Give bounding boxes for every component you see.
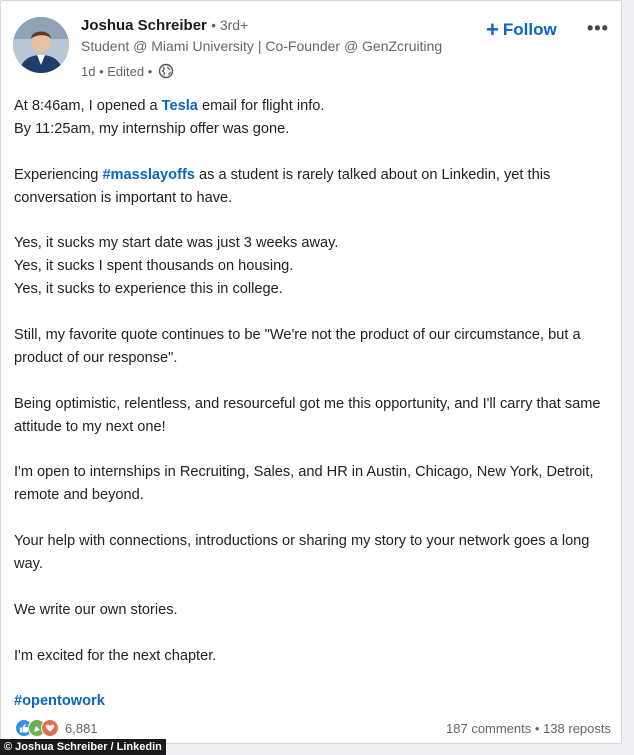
- reaction-count: 6,881: [65, 720, 98, 736]
- paragraph-7: Your help with connections, introduction…: [14, 533, 590, 573]
- connection-degree: • 3rd+: [211, 17, 249, 33]
- plus-icon: +: [486, 17, 499, 42]
- text: email for flight info.: [197, 98, 325, 114]
- text: Yes, it sucks my start date was just 3 w…: [14, 235, 339, 252]
- paragraph-9: I'm excited for the next chapter.: [14, 647, 217, 664]
- separator: •: [531, 720, 544, 736]
- paragraph-8: We write our own stories.: [14, 601, 178, 618]
- paragraph-6: I'm open to internships in Recruiting, S…: [14, 464, 594, 504]
- social-counts: 6,881 187 comments • 138 reposts: [15, 718, 611, 738]
- globe-icon: [158, 63, 174, 79]
- paragraph-2: Experiencing #masslayoffs as a student i…: [14, 164, 610, 210]
- photo-credit: © Joshua Schreiber / Linkedin: [0, 739, 166, 755]
- post-meta: 1d • Edited •: [81, 63, 174, 79]
- text: Experiencing: [14, 166, 103, 183]
- reactions-summary[interactable]: 6,881: [15, 719, 98, 737]
- comments-count[interactable]: 187 comments: [446, 721, 531, 736]
- hashtag-masslayoffs[interactable]: #masslayoffs: [102, 167, 194, 183]
- text: Yes, it sucks to experience this in coll…: [14, 281, 283, 298]
- avatar-image: [13, 17, 69, 73]
- post-body: At 8:46am, I opened a Tesla email for fl…: [14, 95, 610, 736]
- hashtag-opentowork[interactable]: #opentowork: [14, 693, 105, 709]
- author-headline: Student @ Miami University | Co-Founder …: [81, 38, 443, 54]
- follow-label: Follow: [502, 20, 557, 39]
- paragraph-4: Still, my favorite quote continues to be…: [14, 327, 581, 366]
- text: Yes, it sucks I spent thousands on housi…: [14, 258, 294, 275]
- text: By 11:25am, my internship offer was gone…: [14, 120, 290, 137]
- follow-button[interactable]: + Follow: [486, 17, 557, 43]
- author-name[interactable]: Joshua Schreiber • 3rd+: [81, 17, 248, 34]
- paragraph-5: Being optimistic, relentless, and resour…: [14, 395, 601, 435]
- love-reaction-icon: [41, 719, 59, 737]
- paragraph-3: Yes, it sucks my start date was just 3 w…: [14, 232, 610, 301]
- more-options-button[interactable]: •••: [587, 18, 609, 39]
- post-card: Joshua Schreiber • 3rd+ Student @ Miami …: [0, 0, 622, 744]
- paragraph-1: At 8:46am, I opened a Tesla email for fl…: [14, 95, 610, 141]
- text: At 8:46am, I opened a: [14, 98, 162, 114]
- tesla-link[interactable]: Tesla: [162, 98, 198, 114]
- engagement-stats: 187 comments • 138 reposts: [446, 721, 611, 736]
- author-name-text[interactable]: Joshua Schreiber: [81, 17, 207, 34]
- post-time: 1d • Edited •: [81, 63, 153, 79]
- paragraph-10: #opentowork: [14, 690, 610, 713]
- avatar[interactable]: [13, 17, 69, 73]
- reposts-count[interactable]: 138 reposts: [543, 721, 611, 736]
